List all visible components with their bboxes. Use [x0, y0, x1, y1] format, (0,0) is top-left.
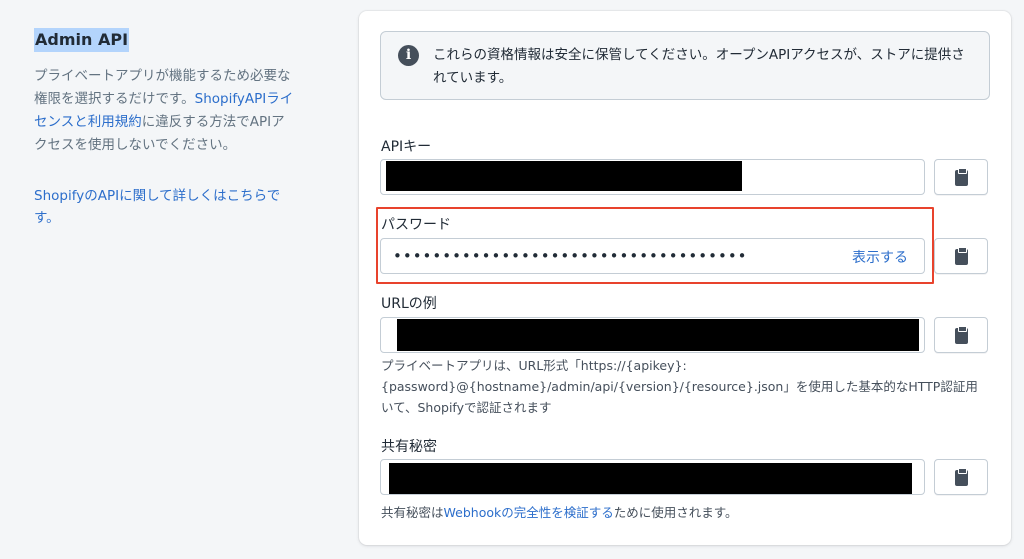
example-url-help: プライベートアプリは、URL形式「https://{apikey}:{passw… — [381, 358, 978, 415]
redacted-value — [397, 319, 919, 351]
help-suffix: ために使用されます。 — [613, 505, 738, 520]
section-title: Admin API — [34, 28, 130, 52]
password-value: •••••••••••••••••••••••••••••••••••• — [393, 247, 748, 265]
shared-secret-help: 共有秘密はWebhookの完全性を検証するために使用されます。 — [381, 502, 738, 523]
copy-shared-secret-button[interactable] — [934, 459, 988, 495]
section-sidebar: Admin API プライベートアプリが機能するため必要な権限を選択するだけです… — [34, 28, 296, 229]
clipboard-icon — [955, 247, 968, 265]
verify-webhook-link[interactable]: Webhookの完全性を検証する — [444, 505, 614, 520]
info-banner: i これらの資格情報は安全に保管してください。オープンAPIアクセスが、ストアに… — [380, 31, 990, 100]
copy-example-url-button[interactable] — [934, 317, 988, 353]
password-field[interactable]: •••••••••••••••••••••••••••••••••••• 表示す… — [380, 238, 925, 274]
api-key-field[interactable] — [380, 159, 925, 195]
redacted-value — [386, 161, 742, 191]
clipboard-icon — [955, 468, 968, 486]
example-url-field[interactable] — [380, 317, 925, 353]
section-description: プライベートアプリが機能するため必要な権限を選択するだけです。ShopifyAP… — [34, 65, 296, 157]
show-password-button[interactable]: 表示する — [852, 247, 908, 267]
api-credentials-card: i これらの資格情報は安全に保管してください。オープンAPIアクセスが、ストアに… — [359, 11, 1011, 545]
example-url-label: URLの例 — [381, 296, 437, 312]
copy-api-key-button[interactable] — [934, 159, 988, 195]
help-prefix: 共有秘密は — [381, 505, 444, 520]
banner-text: これらの資格情報は安全に保管してください。オープンAPIアクセスが、ストアに提供… — [433, 47, 965, 86]
shared-secret-field[interactable] — [380, 459, 925, 495]
copy-password-button[interactable] — [934, 238, 988, 274]
redacted-value — [389, 463, 912, 494]
api-key-label: APIキー — [381, 139, 432, 155]
shared-secret-label: 共有秘密 — [381, 439, 437, 455]
password-label: パスワード — [381, 217, 451, 233]
info-icon: i — [398, 45, 419, 66]
clipboard-icon — [955, 168, 968, 186]
clipboard-icon — [955, 326, 968, 344]
learn-more-link[interactable]: ShopifyのAPIに関して詳しくはこちらです。 — [34, 188, 280, 226]
